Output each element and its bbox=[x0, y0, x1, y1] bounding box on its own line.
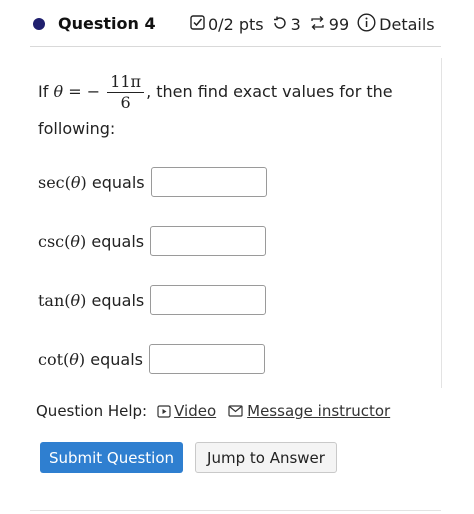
sec-arg: θ bbox=[70, 172, 81, 192]
panel-border bbox=[441, 58, 442, 388]
fraction-denominator: 6 bbox=[120, 93, 131, 112]
tan-label: tan(θ) equals bbox=[38, 291, 144, 310]
cot-func: cot bbox=[38, 349, 64, 369]
theta-symbol: θ bbox=[53, 82, 64, 101]
csc-answer-input[interactable] bbox=[150, 226, 267, 256]
bottom-divider bbox=[30, 510, 441, 511]
question-meta: 0/2 pts 3 99 Details bbox=[190, 13, 443, 36]
csc-row: csc(θ) equals bbox=[38, 226, 267, 256]
sec-label: sec(θ) equals bbox=[38, 173, 145, 192]
sec-func: sec bbox=[38, 172, 65, 192]
question-header: Question 4 0/2 pts 3 99 Details bbox=[0, 0, 474, 50]
question-help: Question Help: Video Message instructor bbox=[36, 402, 390, 420]
csc-func: csc bbox=[38, 231, 65, 251]
attempts-group: 3 bbox=[272, 15, 301, 35]
attempts-count: 3 bbox=[290, 15, 301, 34]
message-label[interactable]: Message instructor bbox=[247, 402, 390, 420]
video-icon bbox=[157, 404, 171, 418]
points-text: 0/2 pts bbox=[208, 15, 264, 34]
tan-answer-input[interactable] bbox=[150, 285, 267, 315]
help-label: Question Help: bbox=[36, 402, 148, 420]
versions-icon bbox=[309, 15, 326, 35]
cot-suffix: equals bbox=[90, 349, 143, 369]
sec-paren-close: ) bbox=[80, 172, 87, 192]
details-link[interactable]: Details bbox=[357, 13, 435, 36]
equals-sign: = bbox=[68, 82, 82, 101]
problem-statement: If θ = − 11π 6 , then find exact values … bbox=[38, 72, 418, 141]
video-label[interactable]: Video bbox=[174, 402, 216, 420]
versions-count: 99 bbox=[328, 15, 350, 34]
jump-to-answer-button[interactable]: Jump to Answer bbox=[195, 442, 337, 473]
versions-group: 99 bbox=[309, 15, 349, 35]
fraction-numerator: 11π bbox=[107, 72, 145, 93]
retry-icon bbox=[272, 15, 288, 35]
csc-suffix: equals bbox=[91, 231, 145, 251]
message-instructor-link[interactable]: Message instructor bbox=[228, 402, 390, 420]
header-divider bbox=[30, 46, 441, 47]
cot-arg: θ bbox=[69, 349, 79, 369]
sec-row: sec(θ) equals bbox=[38, 167, 267, 197]
question-title: Question 4 bbox=[58, 14, 156, 33]
video-link[interactable]: Video bbox=[157, 402, 216, 420]
submit-question-button[interactable]: Submit Question bbox=[40, 442, 183, 473]
sec-answer-input[interactable] bbox=[150, 167, 267, 197]
csc-label: csc(θ) equals bbox=[38, 232, 144, 251]
problem-intro: If bbox=[38, 82, 49, 101]
cot-answer-input[interactable] bbox=[149, 344, 265, 374]
tan-paren-close: ) bbox=[80, 290, 87, 310]
csc-arg: θ bbox=[70, 231, 81, 251]
minus-sign: − bbox=[86, 82, 101, 101]
cot-row: cot(θ) equals bbox=[38, 344, 265, 374]
points-group: 0/2 pts bbox=[190, 15, 264, 34]
tan-row: tan(θ) equals bbox=[38, 285, 267, 315]
tan-func: tan bbox=[38, 290, 65, 310]
checkbox-icon bbox=[190, 15, 205, 34]
fraction: 11π 6 bbox=[107, 72, 145, 113]
info-icon bbox=[357, 13, 376, 36]
csc-paren-close: ) bbox=[80, 231, 87, 251]
sec-suffix: equals bbox=[91, 172, 145, 192]
details-label[interactable]: Details bbox=[379, 15, 434, 34]
status-dot-icon bbox=[33, 18, 45, 30]
cot-label: cot(θ) equals bbox=[38, 350, 143, 369]
mail-icon bbox=[228, 405, 243, 417]
tan-arg: θ bbox=[70, 290, 81, 310]
tan-suffix: equals bbox=[91, 290, 145, 310]
problem-rest: , then find exact values for the bbox=[146, 82, 393, 101]
cot-paren-close: ) bbox=[78, 349, 86, 369]
problem-rest-line2: following: bbox=[38, 119, 116, 138]
